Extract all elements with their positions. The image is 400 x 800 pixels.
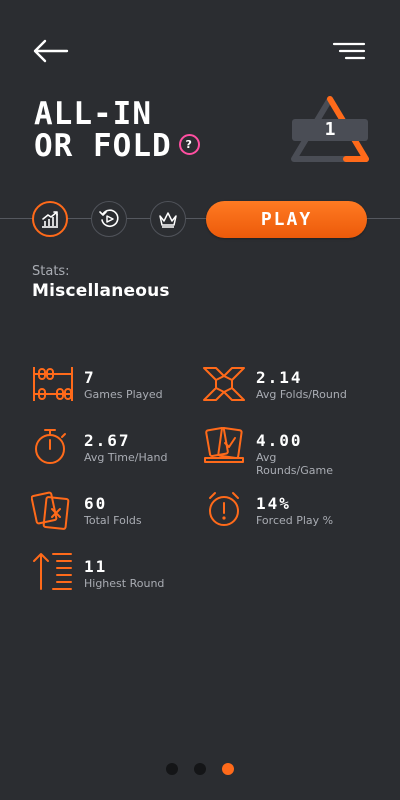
help-icon[interactable]: ?	[178, 134, 200, 155]
page-dot-1[interactable]	[166, 763, 178, 775]
cross-icon	[203, 367, 245, 401]
stat-label-total-folds: Total Folds	[84, 514, 142, 527]
game-title-line2: OR FOLD	[34, 128, 172, 164]
menu-icon[interactable]	[330, 38, 368, 64]
alarm-icon	[209, 492, 239, 526]
crown-icon	[159, 212, 177, 228]
tab-replay[interactable]	[91, 201, 127, 237]
stats-section-title: Miscellaneous	[32, 281, 170, 301]
stat-label-forced-play: Forced Play %	[256, 514, 334, 527]
stat-value-games-played: 7	[84, 368, 96, 387]
folded-cards-icon	[31, 491, 70, 530]
round-up-icon	[33, 553, 72, 590]
stat-value-avg-time-hand: 2.67	[84, 431, 131, 450]
pagination-dots	[166, 763, 236, 777]
chart-icon	[42, 211, 58, 228]
stopwatch-icon	[35, 429, 66, 464]
stat-label-highest-round: Highest Round	[84, 577, 165, 590]
stat-label-avg-time-hand: Avg Time/Hand	[84, 451, 168, 464]
back-arrow-icon[interactable]	[32, 36, 70, 66]
game-title-line1: ALL-IN	[34, 96, 152, 132]
cards-check-icon	[204, 426, 244, 463]
stat-value-total-folds: 60	[84, 494, 108, 513]
stat-value-highest-round: 11	[84, 557, 108, 576]
play-button[interactable]: PLAY	[206, 201, 367, 238]
stats-label: Stats:	[32, 264, 70, 279]
stat-label-avg-rounds-game: Avg Rounds/Game	[256, 451, 333, 477]
page-dot-2[interactable]	[194, 763, 206, 775]
stat-value-avg-folds-round: 2.14	[256, 368, 303, 387]
abacus-icon	[33, 367, 73, 401]
stat-value-forced-play: 14%	[256, 494, 291, 513]
stat-label-avg-folds-round: Avg Folds/Round	[256, 388, 347, 401]
replay-icon	[99, 209, 119, 227]
game-title: ALL-IN OR FOLD?	[34, 98, 200, 162]
tab-stats[interactable]	[32, 201, 68, 237]
page-dot-3[interactable]	[222, 763, 234, 775]
stat-value-avg-rounds-game: 4.00	[256, 431, 303, 450]
stat-label-games-played: Games Played	[84, 388, 163, 401]
tab-leaderboard[interactable]	[150, 201, 186, 237]
level-number: 1	[292, 119, 368, 141]
